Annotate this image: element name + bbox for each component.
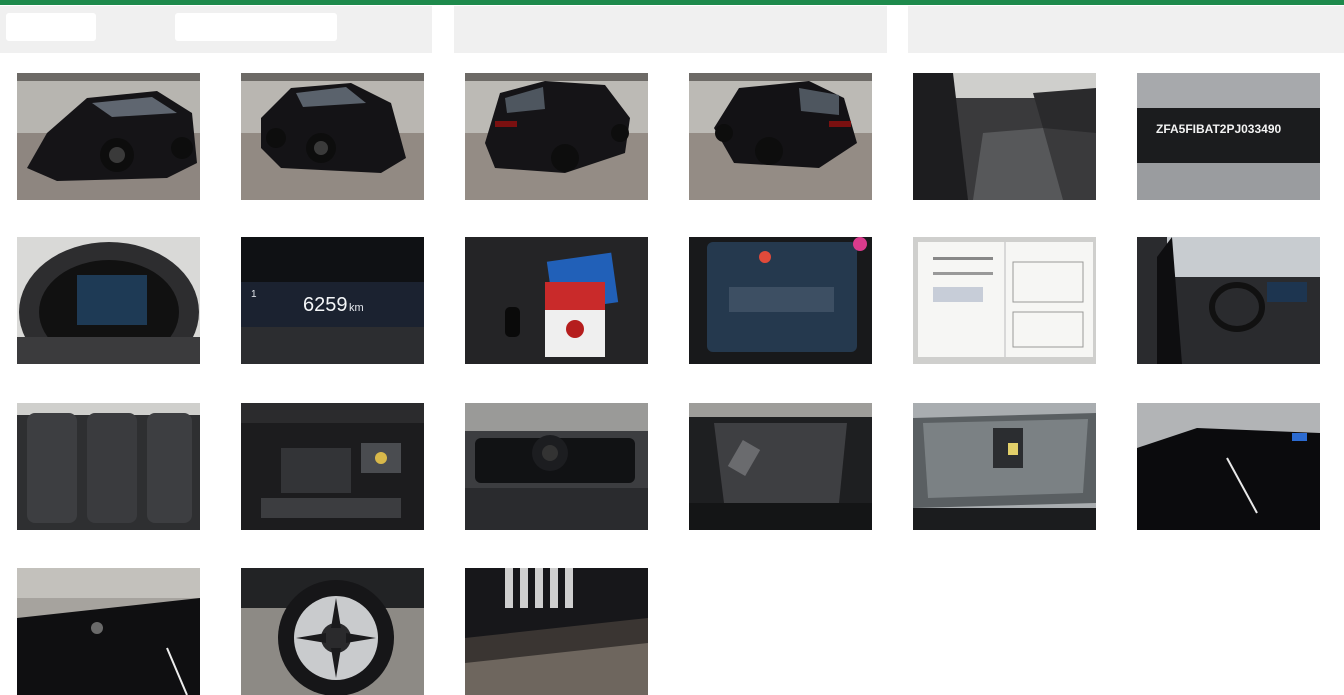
photo-service-documents[interactable]: [913, 237, 1096, 364]
photo-spare-wheel-well[interactable]: [465, 403, 648, 530]
photo-boot[interactable]: [689, 403, 872, 530]
photo-roof[interactable]: [1137, 403, 1320, 530]
filter-panel-right: [908, 6, 1344, 53]
photo-windscreen[interactable]: [913, 403, 1096, 530]
filter-button-1[interactable]: [6, 13, 96, 41]
photo-exterior-rear-right[interactable]: [689, 73, 872, 200]
photo-interior-dashboard[interactable]: [1137, 237, 1320, 364]
photo-exterior-front-right[interactable]: [241, 73, 424, 200]
vin-text: ZFA5FIBAT2PJ033490: [1156, 122, 1282, 136]
photo-vin-plate[interactable]: ZFA5FIBAT2PJ033490: [1137, 73, 1320, 200]
photo-rear-seats[interactable]: [17, 403, 200, 530]
photo-roof-damage[interactable]: [17, 568, 200, 695]
photo-front-grille[interactable]: [465, 568, 648, 695]
photo-wheel[interactable]: [241, 568, 424, 695]
photo-exterior-front-left[interactable]: [17, 73, 200, 200]
photo-interior-front-seats[interactable]: [913, 73, 1096, 200]
photo-keys-and-manual[interactable]: [465, 237, 648, 364]
photo-instrument-cluster[interactable]: [17, 237, 200, 364]
filter-panel-middle: [454, 6, 887, 53]
photo-odometer[interactable]: 1 6259 km: [241, 237, 424, 364]
photo-engine-bay[interactable]: [241, 403, 424, 530]
filter-button-2[interactable]: [175, 13, 337, 41]
top-accent-bar: [0, 0, 1344, 5]
odometer-trip: 1: [251, 289, 257, 300]
odometer-value: 6259: [303, 294, 348, 316]
photo-dashboard-display[interactable]: [689, 237, 872, 364]
photo-exterior-rear-left[interactable]: [465, 73, 648, 200]
odometer-unit: km: [349, 302, 364, 314]
